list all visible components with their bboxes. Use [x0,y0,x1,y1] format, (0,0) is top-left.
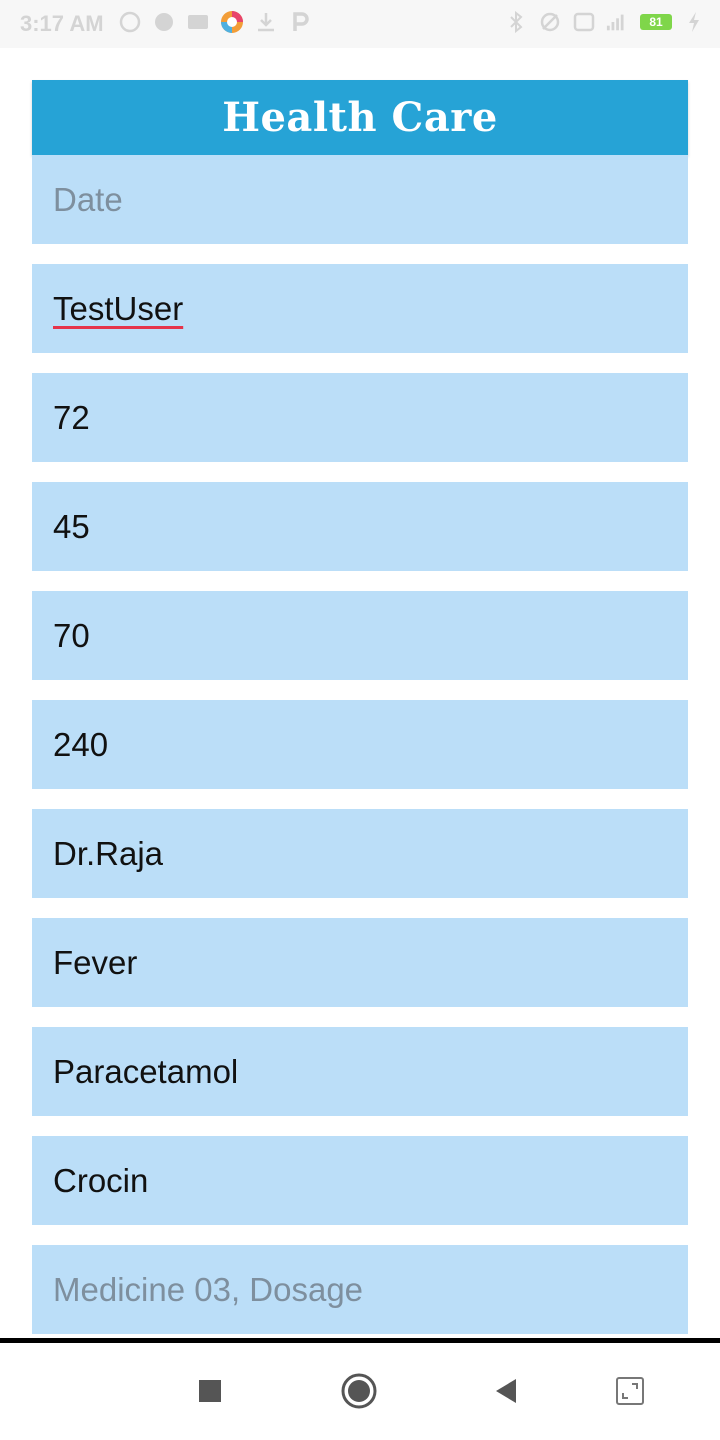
messenger-icon [152,10,176,34]
mute-icon [538,10,562,34]
disease-value: Fever [53,943,138,981]
field-5-value: 70 [53,616,90,654]
whatsapp-icon [118,10,142,34]
status-bar: 3:17 AM 81 [0,0,720,48]
p-icon [288,10,312,34]
screenshot-button[interactable] [610,1371,650,1411]
username-field[interactable]: TestUser [32,264,688,353]
doctor-field[interactable]: Dr.Raja [32,809,688,898]
date-field[interactable]: Date [32,155,688,244]
field-6[interactable]: 240 [32,700,688,789]
home-button[interactable] [339,1371,379,1411]
field-3-value: 72 [53,398,90,436]
doctor-value: Dr.Raja [53,834,164,872]
medicine-03-dosage-placeholder: Medicine 03, Dosage [53,1270,364,1308]
home-icon [341,1373,377,1409]
recents-icon [199,1380,221,1402]
screenshot-icon [616,1377,644,1405]
medicine-01-value: Paracetamol [53,1052,239,1090]
system-icons: 81 [504,10,706,34]
signal-icon [606,10,630,34]
field-5[interactable]: 70 [32,591,688,680]
navigation-bar [0,1343,720,1440]
charging-icon [682,10,706,34]
field-6-value: 240 [53,725,109,763]
battery-icon: 81 [640,14,672,30]
field-4[interactable]: 45 [32,482,688,571]
medicine-02-value: Crocin [53,1161,149,1199]
mail-icon [186,10,210,34]
date-placeholder: Date [53,180,123,218]
app-header: Health Care [32,80,688,155]
username-value: TestUser [53,289,184,327]
recents-button[interactable] [190,1371,230,1411]
status-time: 3:17 AM [20,11,104,36]
back-button[interactable] [486,1371,526,1411]
medicine-03-dosage-field[interactable]: Medicine 03, Dosage [32,1245,688,1334]
field-4-value: 45 [53,507,90,545]
app-icon [220,10,244,34]
back-icon [496,1379,516,1403]
medicine-01-field[interactable]: Paracetamol [32,1027,688,1116]
data-icon [572,10,596,34]
bluetooth-icon [504,10,528,34]
disease-field[interactable]: Fever [32,918,688,1007]
download-icon [254,10,278,34]
page-title: Health Care [222,94,498,141]
medicine-02-field[interactable]: Crocin [32,1136,688,1225]
notification-icons [118,10,312,34]
field-3[interactable]: 72 [32,373,688,462]
